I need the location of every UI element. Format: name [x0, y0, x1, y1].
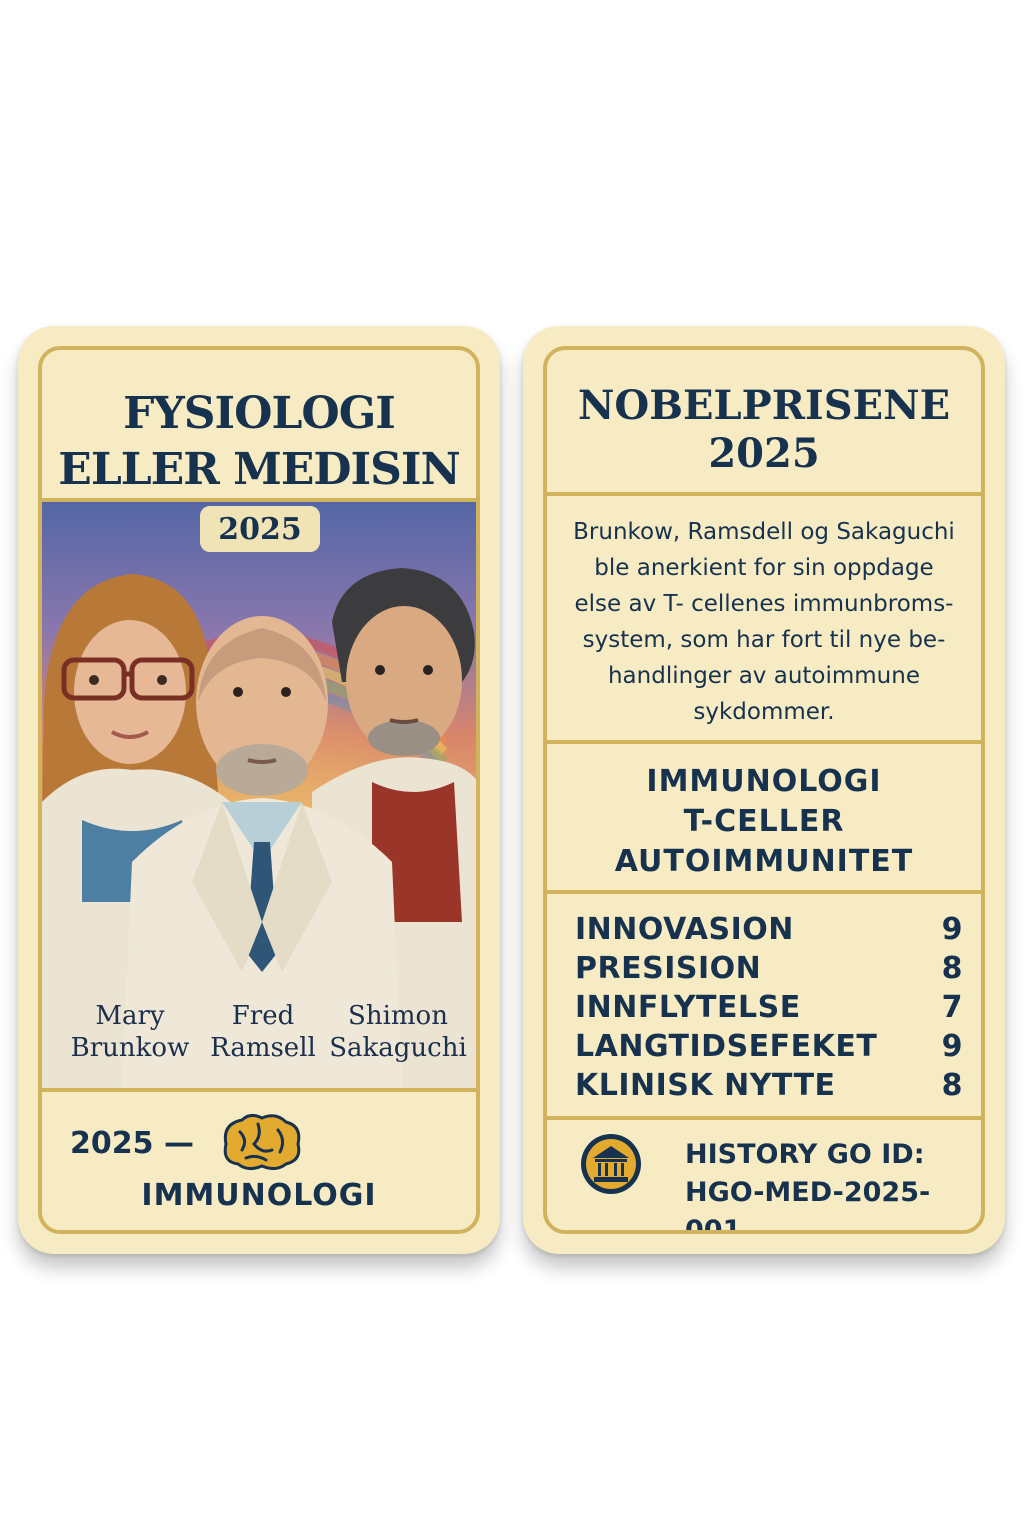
divider [42, 1088, 476, 1092]
divider [547, 492, 981, 496]
history-go-id: HISTORY GO ID: HGO-MED-2025-001 [685, 1136, 981, 1234]
title-line-1: FYSIOLOGI [123, 388, 396, 439]
stat-row: KLINISK NYTTE 8 [575, 1066, 963, 1105]
front-card: FYSIOLOGI ELLER MEDISIN 2025 Mary Brunko… [18, 326, 500, 1254]
card-title: NOBELPRISENE 2025 [547, 382, 981, 478]
title-line-1: NOBELPRISENE [577, 382, 951, 429]
stat-value: 9 [941, 912, 963, 947]
laureate-name-shimon: Shimon Sakaguchi [329, 1001, 467, 1063]
tag: IMMUNOLOGI [646, 764, 882, 799]
footer-category: IMMUNOLOGI [141, 1178, 377, 1213]
stat-value: 9 [941, 1029, 963, 1064]
stat-value: 8 [941, 951, 963, 986]
stat-value: 7 [941, 990, 963, 1025]
title-line-2: ELLER MEDISIN [58, 444, 460, 495]
divider [547, 1116, 981, 1120]
stat-row: LANGTIDSEFEKET 9 [575, 1027, 963, 1066]
stat-row: PRESISION 8 [575, 949, 963, 988]
stat-label: KLINISK NYTTE [575, 1068, 836, 1103]
stat-label: INNFLYTELSE [575, 990, 801, 1025]
stat-value: 8 [941, 1068, 963, 1103]
card-title: FYSIOLOGI ELLER MEDISIN [42, 386, 476, 498]
stats-table: INNOVASION 9 PRESISION 8 INNFLYTELSE 7 L… [575, 910, 963, 1105]
laureate-name-mary: Mary Brunkow [70, 1001, 190, 1063]
museum-icon [581, 1134, 641, 1194]
stat-row: INNOVASION 9 [575, 910, 963, 949]
laureates-portrait: 2025 Mary Brunkow Fred Ramsell Shimon Sa… [42, 502, 476, 1088]
divider [547, 890, 981, 894]
stat-label: LANGTIDSEFEKET [575, 1029, 878, 1064]
laureate-name-fred: Fred Ramsell [210, 1001, 316, 1063]
footer-year: 2025 — [70, 1126, 194, 1161]
stat-label: PRESISION [575, 951, 762, 986]
id-label: HISTORY GO ID: [685, 1139, 925, 1170]
description: Brunkow, Ramsdell og Sakaguchi ble anerk… [573, 519, 955, 725]
tag: AUTOIMMUNITET [614, 844, 914, 879]
back-card: NOBELPRISENE 2025 Brunkow, Ramsdell og S… [523, 326, 1005, 1254]
stat-row: INNFLYTELSE 7 [575, 988, 963, 1027]
stat-label: INNOVASION [575, 912, 794, 947]
back-card-frame: NOBELPRISENE 2025 Brunkow, Ramsdell og S… [543, 346, 985, 1234]
front-card-frame: FYSIOLOGI ELLER MEDISIN 2025 Mary Brunko… [38, 346, 480, 1234]
year-badge: 2025 [200, 506, 320, 552]
title-line-2: 2025 [708, 430, 820, 477]
tag: T-CELLER [683, 804, 845, 839]
id-value: HGO-MED-2025-001 [685, 1177, 931, 1234]
brain-icon [223, 1113, 301, 1171]
divider [547, 740, 981, 744]
tag-list: IMMUNOLOGI T-CELLER AUTOIMMUNITET [547, 762, 981, 882]
